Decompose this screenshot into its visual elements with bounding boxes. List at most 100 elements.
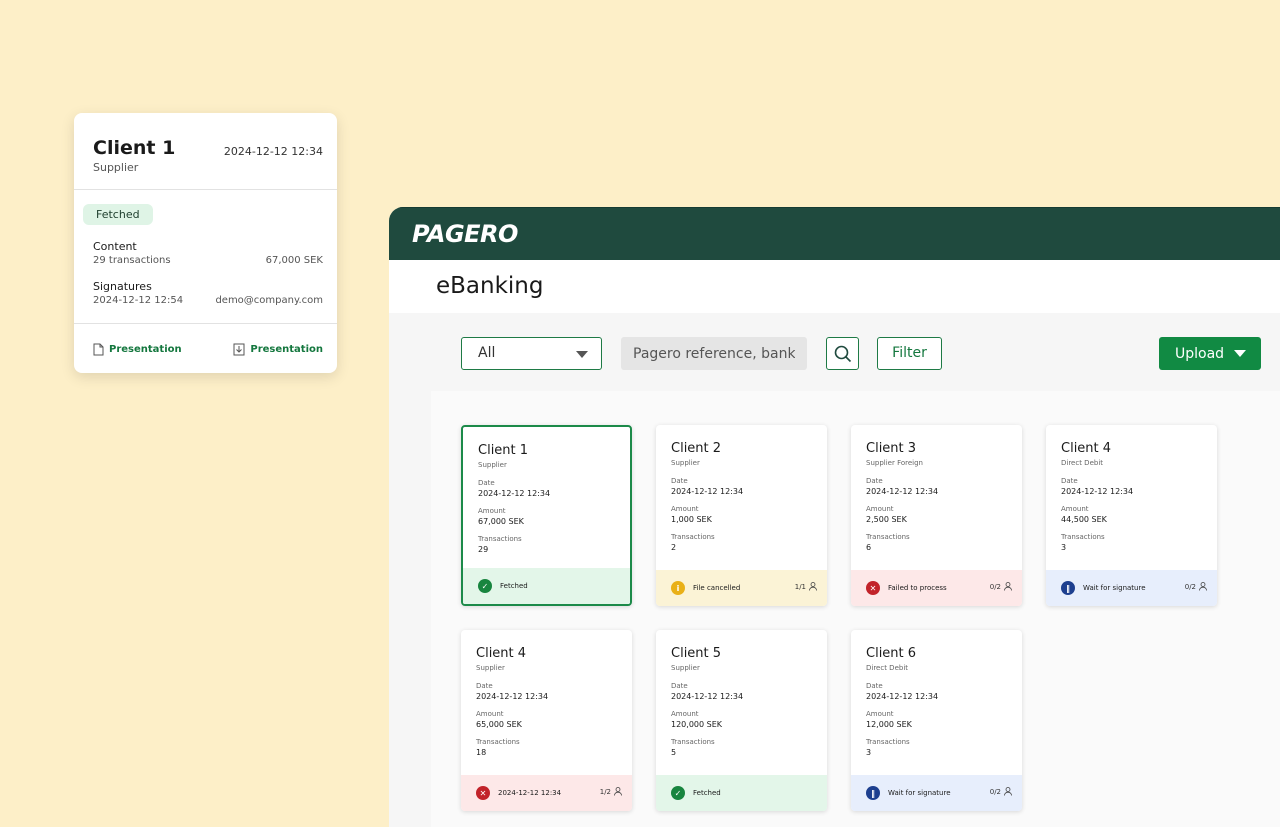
card-status-text: Wait for signature [1083,584,1146,592]
card-transactions-label: Transactions [1061,533,1105,541]
signature-count: 0/2 [1185,582,1207,591]
search-icon [834,345,851,362]
card-status-bar: ✓ Fetched [463,568,630,604]
document-icon [93,343,104,356]
card-client-name: Client 1 [478,443,529,458]
x-circle-icon: ✕ [866,581,880,595]
presentation-link-label: Presentation [250,344,323,355]
client-card[interactable]: Client 6 Direct Debit Date 2024-12-12 12… [851,630,1022,811]
card-status-text: Failed to process [888,584,947,592]
card-client-name: Client 2 [671,441,722,456]
signatures-label: Signatures [93,280,152,293]
download-icon [233,343,245,356]
card-client-type: Supplier Foreign [866,459,923,467]
detail-card: Client 1 Supplier 2024-12-12 12:34 Fetch… [74,113,337,373]
client-card[interactable]: Client 2 Supplier Date 2024-12-12 12:34 … [656,425,827,606]
cards-area: Client 1 Supplier Date 2024-12-12 12:34 … [431,391,1280,827]
card-transactions-label: Transactions [478,535,522,543]
pagero-logo[interactable]: PAGERO [412,220,518,248]
card-client-type: Supplier [671,664,700,672]
card-transactions: 6 [866,543,872,552]
card-amount: 12,000 SEK [866,720,912,729]
card-transactions: 5 [671,748,677,757]
card-status-bar: ✕ 2024-12-12 12:34 1/2 [461,775,632,811]
card-status-text: Fetched [693,789,721,797]
check-circle-icon: ✓ [671,786,685,800]
card-date-label: Date [478,479,495,487]
card-status-bar: ✕ Failed to process 0/2 [851,570,1022,606]
search-input[interactable] [621,337,807,370]
signature-count: 1/2 [600,787,622,796]
card-client-type: Supplier [476,664,505,672]
presentation-link-label: Presentation [109,344,182,355]
signature-count-text: 0/2 [989,582,1001,591]
card-client-type: Supplier [671,459,700,467]
card-client-type: Supplier [478,461,507,469]
top-bar: PAGERO [389,207,1280,260]
card-transactions-label: Transactions [671,533,715,541]
detail-datetime: 2024-12-12 12:34 [223,145,323,158]
card-amount: 2,500 SEK [866,515,907,524]
card-amount-label: Amount [1061,505,1089,513]
card-status-bar: i File cancelled 1/1 [656,570,827,606]
content-transactions: 29 transactions [93,255,171,266]
info-circle-icon: i [671,581,685,595]
card-date-label: Date [866,682,883,690]
card-date: 2024-12-12 12:34 [671,692,744,701]
card-amount: 65,000 SEK [476,720,522,729]
signature-count: 0/2 [990,582,1012,591]
card-client-name: Client 4 [1061,441,1112,456]
client-card[interactable]: Client 4 Direct Debit Date 2024-12-12 12… [1046,425,1217,606]
card-date-label: Date [1061,477,1078,485]
card-transactions-label: Transactions [866,533,910,541]
card-transactions-label: Transactions [866,738,910,746]
card-date-label: Date [866,477,883,485]
card-transactions: 29 [478,545,489,554]
filter-button[interactable]: Filter [877,337,942,370]
check-circle-icon: ✓ [478,579,492,593]
x-circle-icon: ✕ [476,786,490,800]
card-amount-label: Amount [671,710,699,718]
card-date-label: Date [671,477,688,485]
card-status-text: File cancelled [693,584,741,592]
card-status-text: Fetched [500,582,528,590]
presentation-link-left[interactable]: Presentation [93,343,182,356]
card-amount: 1,000 SEK [671,515,712,524]
pause-circle-icon: ‖ [1061,581,1075,595]
pause-circle-icon: ‖ [866,786,880,800]
signature-count: 0/2 [990,787,1012,796]
signature-count-text: 1/2 [599,787,611,796]
user-icon [1004,787,1012,796]
signature-count-text: 0/2 [989,787,1001,796]
card-client-name: Client 4 [476,646,527,661]
card-date: 2024-12-12 12:34 [1061,487,1134,496]
card-transactions: 3 [1061,543,1067,552]
client-card[interactable]: Client 5 Supplier Date 2024-12-12 12:34 … [656,630,827,811]
client-card[interactable]: Client 4 Supplier Date 2024-12-12 12:34 … [461,630,632,811]
upload-label: Upload [1175,345,1225,362]
signatures-datetime: 2024-12-12 12:54 [93,295,184,306]
card-status-text: Wait for signature [888,789,951,797]
presentation-link-right[interactable]: Presentation [233,343,323,356]
chevron-down-icon [1234,350,1247,357]
detail-body: Fetched Content 29 transactions 67,000 S… [74,190,337,324]
upload-button[interactable]: Upload [1159,337,1261,370]
card-client-name: Client 3 [866,441,917,456]
card-client-type: Direct Debit [1061,459,1104,467]
card-transactions-label: Transactions [476,738,520,746]
card-amount-label: Amount [671,505,699,513]
card-amount-label: Amount [478,507,506,515]
card-status-text: 2024-12-12 12:34 [498,789,562,797]
client-card[interactable]: Client 3 Supplier Foreign Date 2024-12-1… [851,425,1022,606]
detail-header: Client 1 Supplier 2024-12-12 12:34 [74,113,337,190]
card-date: 2024-12-12 12:34 [866,487,939,496]
card-amount: 120,000 SEK [671,720,723,729]
toolbar: All Filter Upload [389,313,1280,391]
status-select[interactable]: All [461,337,602,370]
user-icon [1004,582,1012,591]
search-button[interactable] [826,337,859,370]
card-transactions: 3 [866,748,872,757]
card-status-bar: ✓ Fetched [656,775,827,811]
client-card[interactable]: Client 1 Supplier Date 2024-12-12 12:34 … [461,425,632,606]
card-date: 2024-12-12 12:34 [866,692,939,701]
